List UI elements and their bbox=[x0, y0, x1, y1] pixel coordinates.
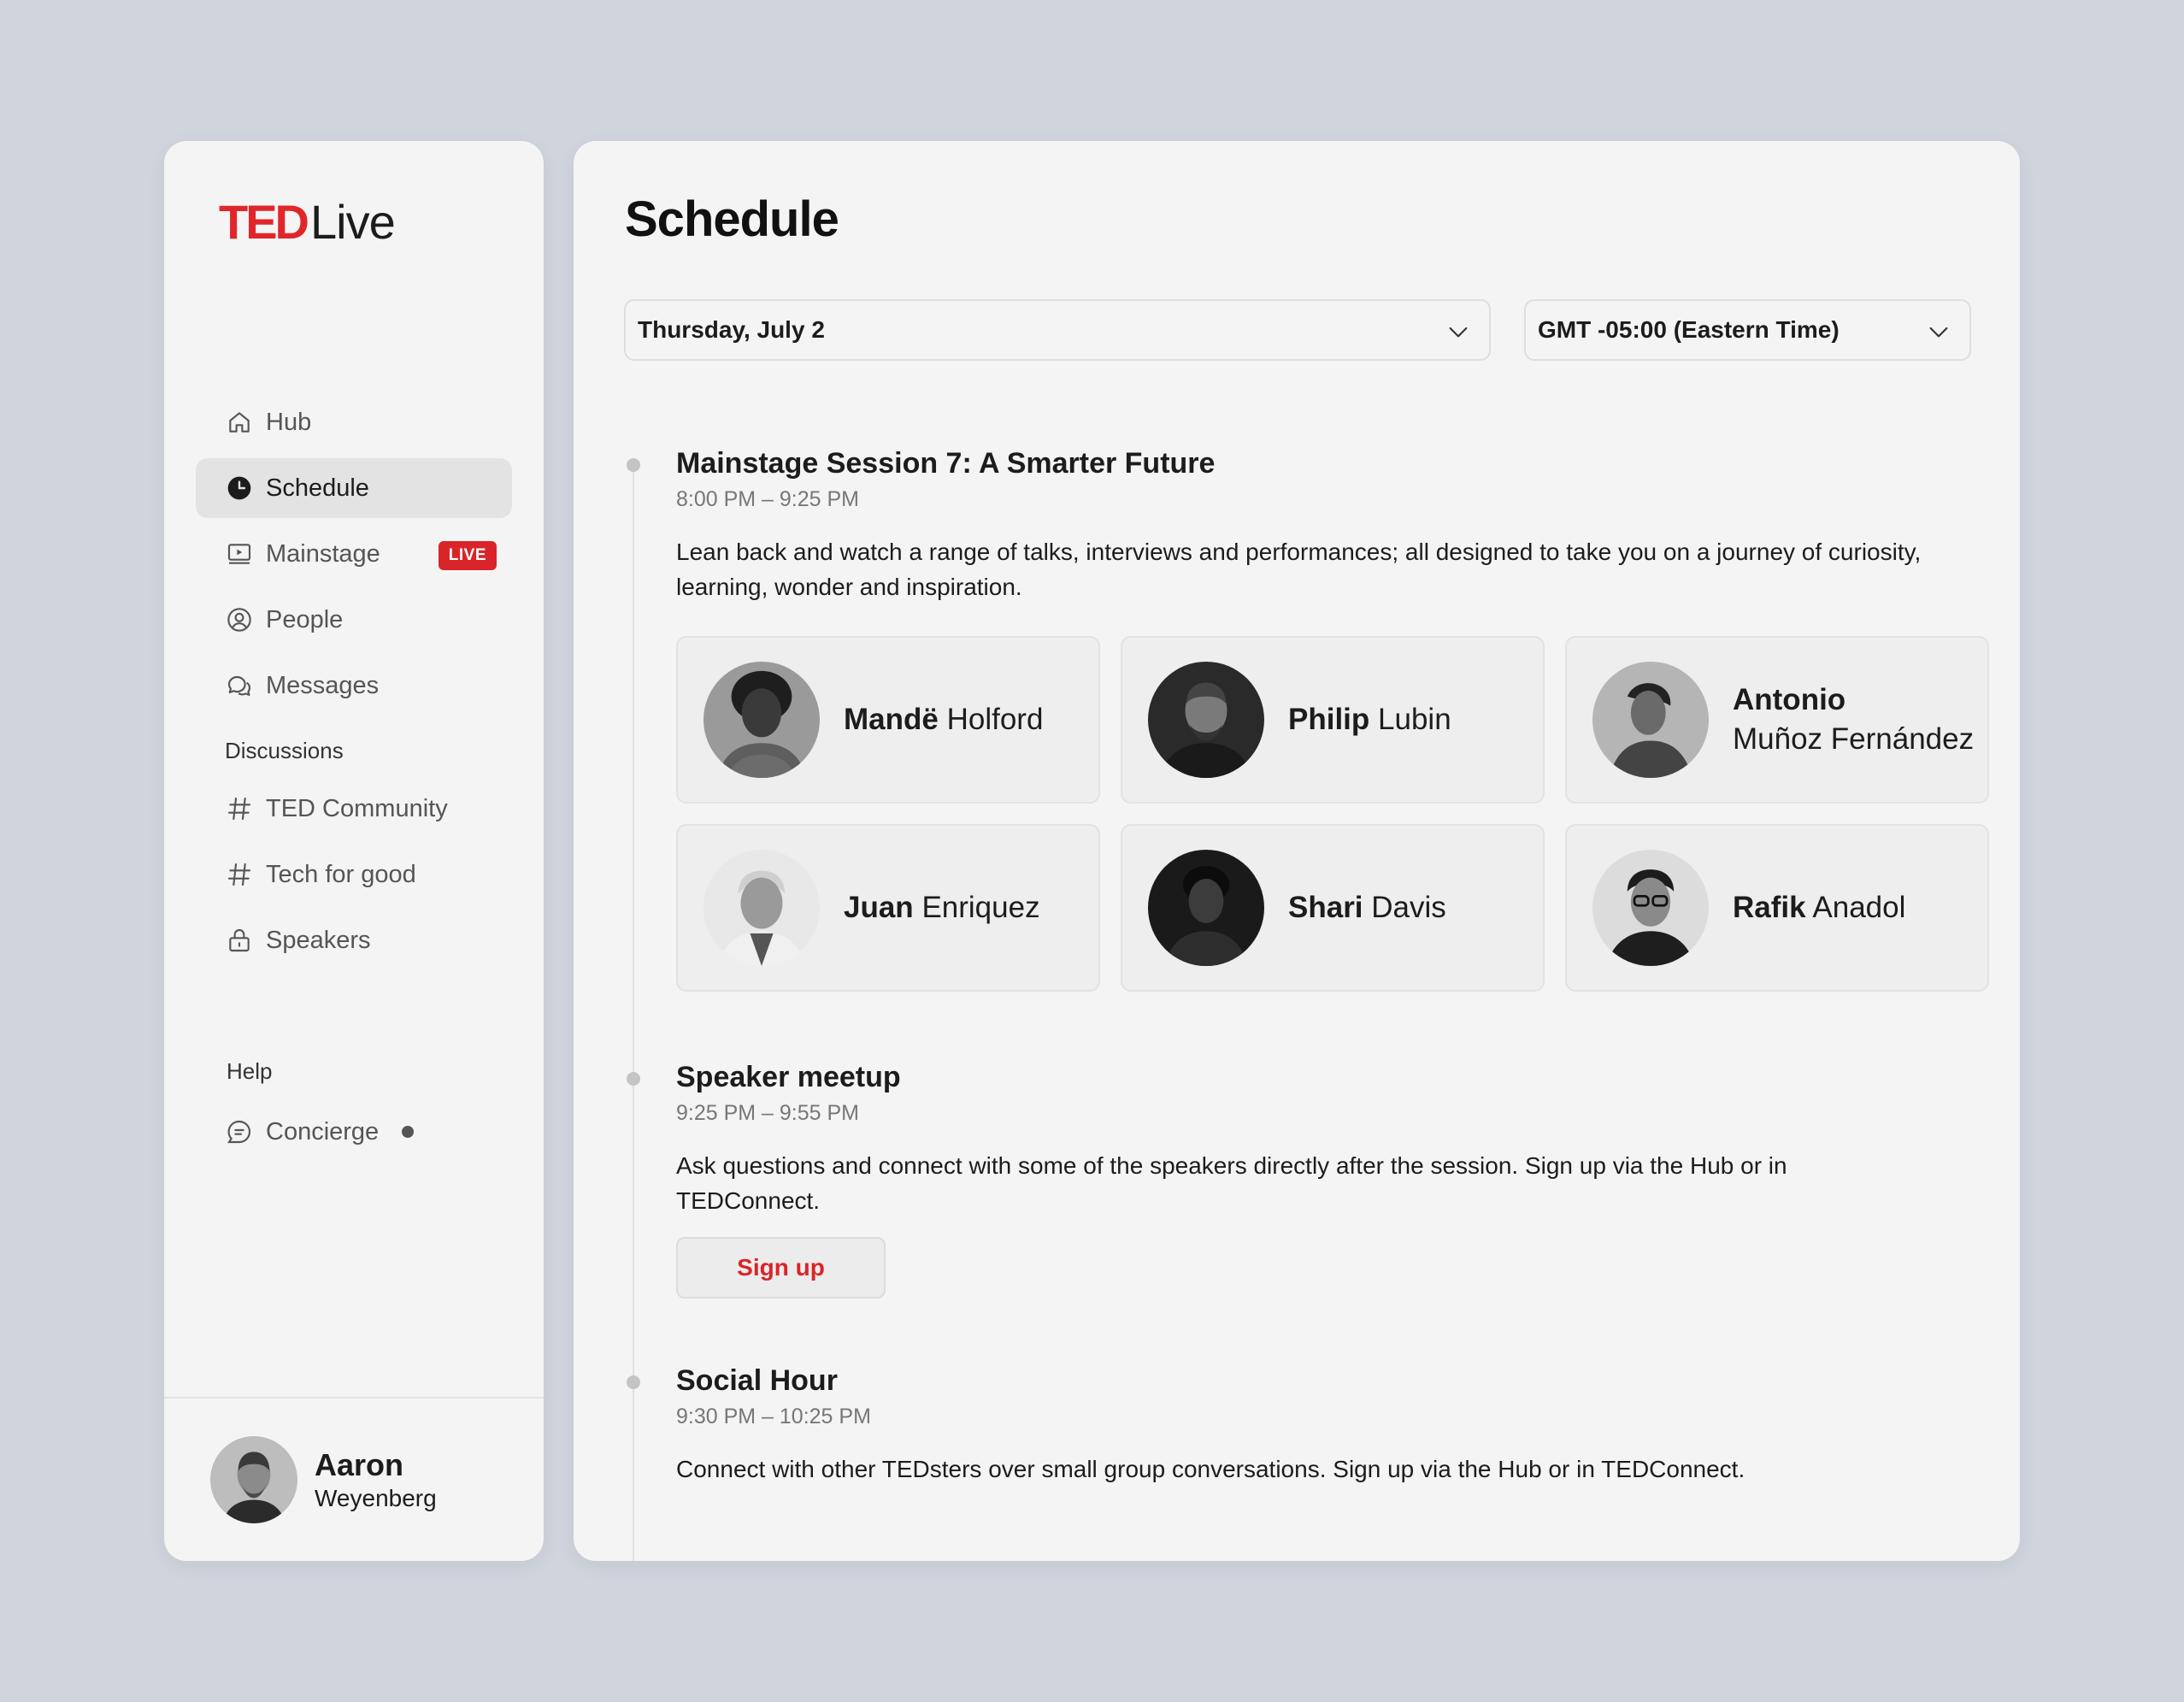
event-time: 9:25 PM – 9:55 PM bbox=[676, 1101, 860, 1125]
speaker-name: Shari Davis bbox=[1288, 891, 1446, 924]
event-title[interactable]: Speaker meetup bbox=[676, 1061, 1975, 1094]
user-avatar[interactable] bbox=[210, 1436, 297, 1523]
speaker-name: Mandë Holford bbox=[844, 703, 1044, 736]
discussions-heading: Discussions bbox=[225, 738, 344, 763]
nav-label: Schedule bbox=[266, 474, 369, 502]
user-profile[interactable]: Aaron Weyenberg bbox=[164, 1397, 544, 1561]
speaker-card[interactable]: Shari Davis bbox=[1121, 824, 1545, 992]
date-select[interactable]: Thursday, July 2 bbox=[624, 299, 1491, 361]
chat-bubbles-icon bbox=[225, 671, 254, 700]
chevron-down-icon bbox=[1929, 327, 1948, 338]
speaker-avatar bbox=[703, 662, 820, 778]
event-description: Ask questions and connect with some of t… bbox=[676, 1152, 1787, 1214]
main-panel: Schedule Thursday, July 2 GMT -05:00 (Ea… bbox=[574, 141, 2020, 1561]
timezone-select[interactable]: GMT -05:00 (Eastern Time) bbox=[1524, 299, 1971, 361]
speaker-avatar bbox=[1148, 662, 1264, 778]
logo-live: Live bbox=[310, 195, 396, 249]
nav-label: Hub bbox=[266, 408, 312, 436]
user-first-name: Aaron bbox=[315, 1447, 404, 1482]
nav-label: Tech for good bbox=[266, 860, 416, 888]
speaker-card[interactable]: Juan Enriquez bbox=[676, 824, 1100, 992]
message-square-icon bbox=[225, 1117, 254, 1146]
channel-tech-for-good[interactable]: Tech for good bbox=[196, 845, 512, 904]
live-badge: LIVE bbox=[438, 541, 497, 570]
event-social-hour: Social Hour 9:30 PM – 10:25 PM Connect w… bbox=[676, 1364, 1975, 1487]
timeline-line bbox=[633, 464, 634, 1561]
speaker-card[interactable]: Philip Lubin bbox=[1121, 636, 1545, 804]
timeline-dot bbox=[627, 1072, 640, 1086]
channel-speakers[interactable]: Speakers bbox=[196, 910, 512, 970]
timezone-select-value: GMT -05:00 (Eastern Time) bbox=[1538, 316, 1840, 343]
sidebar: TEDLive Hub Schedule Mainstage LIVE Peop… bbox=[164, 141, 544, 1561]
primary-nav: Hub Schedule Mainstage LIVE People Messa… bbox=[196, 392, 512, 721]
nav-item-hub[interactable]: Hub bbox=[196, 392, 512, 452]
play-screen-icon bbox=[225, 539, 254, 568]
nav-label: Messages bbox=[266, 671, 380, 699]
page-title: Schedule bbox=[625, 191, 839, 247]
notification-dot bbox=[402, 1126, 414, 1138]
speaker-avatar bbox=[1148, 850, 1264, 966]
event-time: 9:30 PM – 10:25 PM bbox=[676, 1405, 871, 1428]
speaker-name: Rafik Anadol bbox=[1733, 891, 1906, 924]
nav-item-mainstage[interactable]: Mainstage LIVE bbox=[196, 524, 512, 584]
speaker-avatar bbox=[703, 850, 820, 966]
speaker-avatar bbox=[1592, 850, 1709, 966]
user-name: Aaron Weyenberg bbox=[315, 1447, 437, 1512]
nav-item-messages[interactable]: Messages bbox=[196, 656, 512, 716]
nav-label: People bbox=[266, 605, 344, 633]
clock-icon bbox=[225, 474, 254, 503]
speaker-card[interactable]: Mandë Holford bbox=[676, 636, 1100, 804]
event-speaker-meetup: Speaker meetup 9:25 PM – 9:55 PM Ask que… bbox=[676, 1061, 1975, 1218]
timeline-dot bbox=[627, 458, 640, 472]
speaker-name: Philip Lubin bbox=[1288, 703, 1451, 736]
person-circle-icon bbox=[225, 605, 254, 634]
user-last-name: Weyenberg bbox=[315, 1485, 437, 1511]
channel-ted-community[interactable]: TED Community bbox=[196, 779, 512, 839]
help-heading: Help bbox=[227, 1058, 273, 1084]
speaker-card[interactable]: Rafik Anadol bbox=[1565, 824, 1989, 992]
nav-label: Concierge bbox=[266, 1117, 380, 1145]
event-title[interactable]: Social Hour bbox=[676, 1364, 1975, 1398]
date-select-value: Thursday, July 2 bbox=[638, 316, 825, 343]
event-mainstage-session: Mainstage Session 7: A Smarter Future 8:… bbox=[676, 447, 1975, 604]
nav-label: Speakers bbox=[266, 926, 371, 954]
nav-label: TED Community bbox=[266, 794, 448, 822]
timeline-dot bbox=[627, 1375, 640, 1389]
speaker-card[interactable]: Antonio Muñoz Fernández bbox=[1565, 636, 1989, 804]
speaker-name: Antonio Muñoz Fernández bbox=[1733, 683, 1975, 756]
speaker-avatar bbox=[1592, 662, 1709, 778]
nav-item-schedule[interactable]: Schedule bbox=[196, 458, 512, 518]
ted-live-logo[interactable]: TEDLive bbox=[219, 194, 396, 250]
hash-icon bbox=[225, 794, 254, 823]
hash-icon bbox=[225, 860, 254, 889]
sign-up-button[interactable]: Sign up bbox=[676, 1237, 886, 1299]
event-description: Connect with other TEDsters over small g… bbox=[676, 1456, 1745, 1482]
home-icon bbox=[225, 408, 254, 437]
lock-icon bbox=[225, 926, 254, 955]
nav-label: Mainstage bbox=[266, 539, 380, 568]
nav-item-people[interactable]: People bbox=[196, 590, 512, 650]
help-nav: Concierge bbox=[196, 1102, 512, 1168]
event-title[interactable]: Mainstage Session 7: A Smarter Future bbox=[676, 447, 1975, 480]
event-time: 8:00 PM – 9:25 PM bbox=[676, 487, 860, 511]
event-description: Lean back and watch a range of talks, in… bbox=[676, 539, 1922, 600]
discussions-nav: TED Community Tech for good Speakers bbox=[196, 779, 512, 976]
speaker-name: Juan Enriquez bbox=[844, 891, 1040, 924]
chevron-down-icon bbox=[1449, 327, 1468, 338]
logo-ted: TED bbox=[219, 195, 309, 249]
nav-item-concierge[interactable]: Concierge bbox=[196, 1102, 512, 1162]
